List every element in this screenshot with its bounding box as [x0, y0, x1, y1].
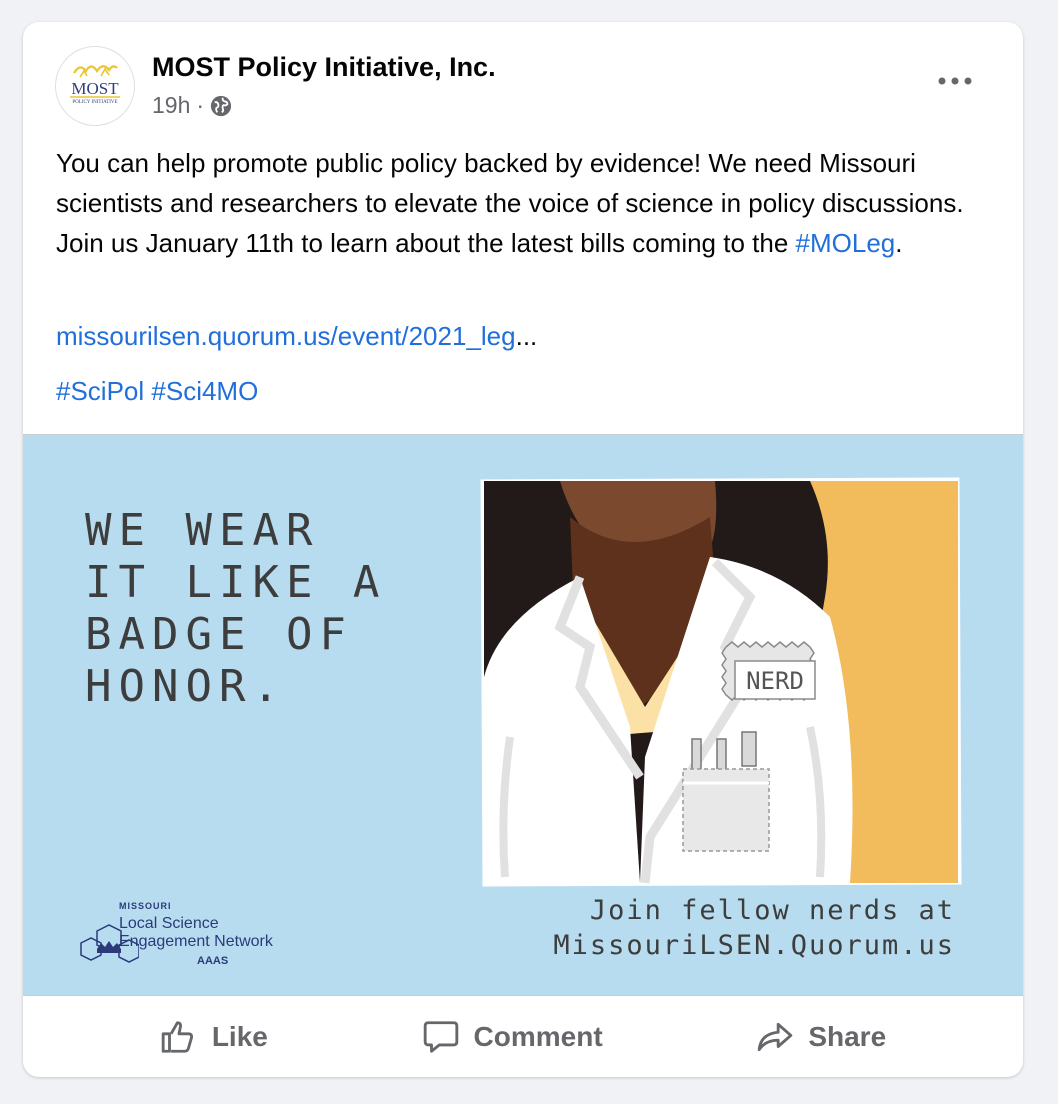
comment-label: Comment	[473, 1021, 603, 1052]
join-call-to-action: Join fellow nerds at MissouriLSEN.Quorum…	[553, 893, 955, 963]
like-label: Like	[211, 1021, 268, 1052]
slogan-line: WE WEAR	[85, 505, 320, 556]
more-options-button[interactable]	[933, 66, 977, 96]
logo-line2: Engagement Network	[119, 933, 273, 950]
url-ellipsis: ...	[515, 321, 538, 351]
post-body-end: .	[895, 228, 903, 258]
like-button[interactable]: Like	[140, 1010, 288, 1064]
logo-state: MISSOURI	[119, 901, 172, 911]
lab-coat-illustration: NERD	[480, 477, 962, 887]
join-line: Join fellow nerds at	[589, 895, 955, 926]
meta-separator: ·	[196, 92, 205, 118]
event-url-link[interactable]: missourilsen.quorum.us/event/2021_leg	[56, 321, 516, 351]
lsen-logo: MISSOURI Local Science Engagement Networ…	[79, 901, 279, 971]
page-name-link[interactable]: MOST Policy Initiative, Inc.	[152, 52, 496, 83]
most-logo: MOST POLICY INITIATIVE	[70, 65, 120, 105]
post-image[interactable]: WE WEAR IT LIKE A BADGE OF HONOR. NERD J…	[23, 434, 1023, 996]
logo-org: AAAS	[197, 955, 229, 967]
logo-line1: Local Science	[119, 915, 219, 932]
avatar-subtitle: POLICY INITIATIVE	[72, 100, 117, 105]
event-url-line: missourilsen.quorum.us/event/2021_leg...	[56, 318, 537, 354]
nerd-badge-text: NERD	[746, 667, 804, 695]
hashtag-link-sci4mo[interactable]: #Sci4MO	[151, 376, 258, 406]
hashtag-link-moleg[interactable]: #MOLeg	[796, 228, 896, 258]
thumbs-up-icon	[161, 1021, 193, 1053]
globe-icon[interactable]	[210, 95, 232, 117]
slogan-line: IT LIKE A	[85, 557, 387, 608]
avatar-title: MOST	[71, 79, 119, 98]
share-icon	[758, 1022, 793, 1052]
more-dots-icon	[938, 77, 972, 85]
slogan-line: HONOR.	[85, 661, 286, 712]
slogan-line: BADGE OF	[85, 609, 353, 660]
page-avatar[interactable]: MOST POLICY INITIATIVE	[55, 46, 135, 126]
share-label: Share	[808, 1021, 887, 1052]
post-actions: Like Comment Share	[23, 997, 1023, 1077]
hashtags-line: #SciPol #Sci4MO	[56, 373, 258, 409]
comment-icon	[423, 1021, 458, 1053]
join-url-text: MissouriLSEN.Quorum.us	[553, 930, 955, 961]
image-slogan: WE WEAR IT LIKE A BADGE OF HONOR.	[85, 505, 415, 713]
post-text: You can help promote public policy backe…	[56, 143, 991, 263]
comment-button[interactable]: Comment	[402, 1010, 623, 1064]
hashtag-link-scipol[interactable]: #SciPol	[56, 376, 144, 406]
post-timestamp[interactable]: 19h	[152, 92, 190, 119]
post-meta: 19h ·	[152, 92, 232, 119]
share-button[interactable]: Share	[736, 1010, 906, 1064]
post-card: MOST POLICY INITIATIVE MOST Policy Initi…	[23, 22, 1023, 1077]
